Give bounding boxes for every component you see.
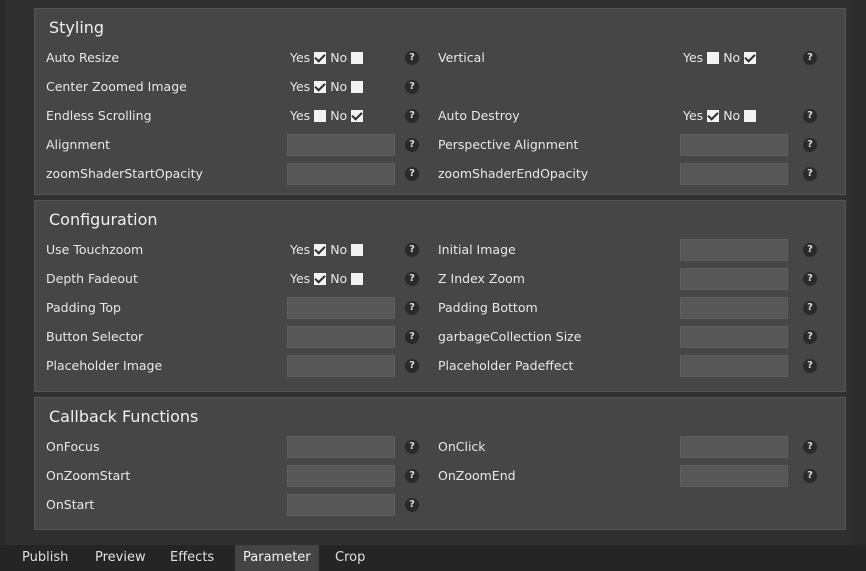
help-icon[interactable]: ? [803, 272, 817, 286]
setting-label: Center Zoomed Image [46, 79, 187, 94]
yes-checkbox[interactable] [314, 81, 327, 93]
setting-row-vertical: Vertical Yes No? [6, 46, 851, 70]
setting-label: Z Index Zoom [438, 271, 525, 286]
setting-label: Perspective Alignment [438, 137, 579, 152]
setting-row-center-zoomed-image: Center Zoomed Image Yes No? [6, 75, 851, 99]
help-icon[interactable]: ? [803, 469, 817, 483]
setting-label: OnStart [46, 497, 95, 512]
setting-label: Placeholder Padeffect [438, 358, 574, 373]
initial-image-field[interactable] [680, 239, 788, 261]
setting-row-padding-bottom: Padding Bottom? [6, 296, 851, 320]
help-icon[interactable]: ? [803, 51, 817, 65]
yes-no-toggle: Yes No [683, 104, 760, 128]
tab-effects[interactable]: Effects [162, 545, 222, 571]
setting-label: zoomShaderEndOpacity [438, 166, 589, 181]
setting-row-placeholder-padeffect: Placeholder Padeffect? [6, 354, 851, 378]
yes-no-toggle: Yes No [683, 46, 760, 70]
no-checkbox[interactable] [744, 110, 757, 122]
setting-row-onzoomend: OnZoomEnd? [6, 464, 851, 488]
panel-title: Callback Functions [49, 407, 199, 426]
tab-crop[interactable]: Crop [327, 545, 373, 571]
yes-label: Yes [683, 50, 704, 65]
onclick-field[interactable] [680, 436, 788, 458]
panel-title: Configuration [49, 210, 158, 229]
panel-title: Styling [49, 18, 105, 37]
padding-bottom-field[interactable] [680, 297, 788, 319]
help-icon[interactable]: ? [803, 359, 817, 373]
onstart-field[interactable] [287, 494, 395, 516]
tab-publish[interactable]: Publish [14, 545, 76, 571]
help-icon[interactable]: ? [803, 440, 817, 454]
setting-label: garbageCollection Size [438, 329, 582, 344]
help-icon[interactable]: ? [803, 167, 817, 181]
yes-checkbox[interactable] [707, 52, 720, 64]
help-icon[interactable]: ? [803, 301, 817, 315]
perspective-alignment-field[interactable] [680, 134, 788, 156]
setting-row-zoomshaderendopacity: zoomShaderEndOpacity? [6, 162, 851, 186]
placeholder-padeffect-field[interactable] [680, 355, 788, 377]
help-icon[interactable]: ? [405, 498, 419, 512]
help-icon[interactable]: ? [803, 243, 817, 257]
no-checkbox[interactable] [744, 52, 757, 64]
setting-label: Vertical [438, 50, 485, 65]
settings-area: Styling Configuration Callback Functions… [6, 0, 851, 545]
help-icon[interactable]: ? [405, 80, 419, 94]
tab-preview[interactable]: Preview [87, 545, 154, 571]
z-index-zoom-field[interactable] [680, 268, 788, 290]
bottom-tab-bar: Publish Preview Effects Parameter Crop [0, 545, 866, 571]
garbagecollection-size-field[interactable] [680, 326, 788, 348]
no-checkbox[interactable] [351, 81, 364, 93]
setting-row-garbagecollection-size: garbageCollection Size? [6, 325, 851, 349]
setting-label: Auto Destroy [438, 108, 520, 123]
setting-label: OnZoomEnd [438, 468, 516, 483]
setting-row-onstart: OnStart? [6, 493, 851, 517]
help-icon[interactable]: ? [803, 109, 817, 123]
help-icon[interactable]: ? [803, 138, 817, 152]
no-label: No [723, 108, 741, 123]
no-label: No [723, 50, 741, 65]
setting-row-onclick: OnClick? [6, 435, 851, 459]
setting-label: Padding Bottom [438, 300, 538, 315]
yes-label: Yes [290, 79, 311, 94]
yes-label: Yes [683, 108, 704, 123]
yes-no-toggle: Yes No [290, 75, 367, 99]
help-icon[interactable]: ? [803, 330, 817, 344]
setting-label: OnClick [438, 439, 486, 454]
setting-label: Initial Image [438, 242, 516, 257]
zoomshaderendopacity-field[interactable] [680, 163, 788, 185]
setting-row-z-index-zoom: Z Index Zoom? [6, 267, 851, 291]
setting-row-initial-image: Initial Image? [6, 238, 851, 262]
tab-parameter[interactable]: Parameter [235, 545, 319, 571]
setting-row-auto-destroy: Auto Destroy Yes No? [6, 104, 851, 128]
yes-checkbox[interactable] [707, 110, 720, 122]
onzoomend-field[interactable] [680, 465, 788, 487]
no-label: No [330, 79, 348, 94]
setting-row-perspective-alignment: Perspective Alignment? [6, 133, 851, 157]
